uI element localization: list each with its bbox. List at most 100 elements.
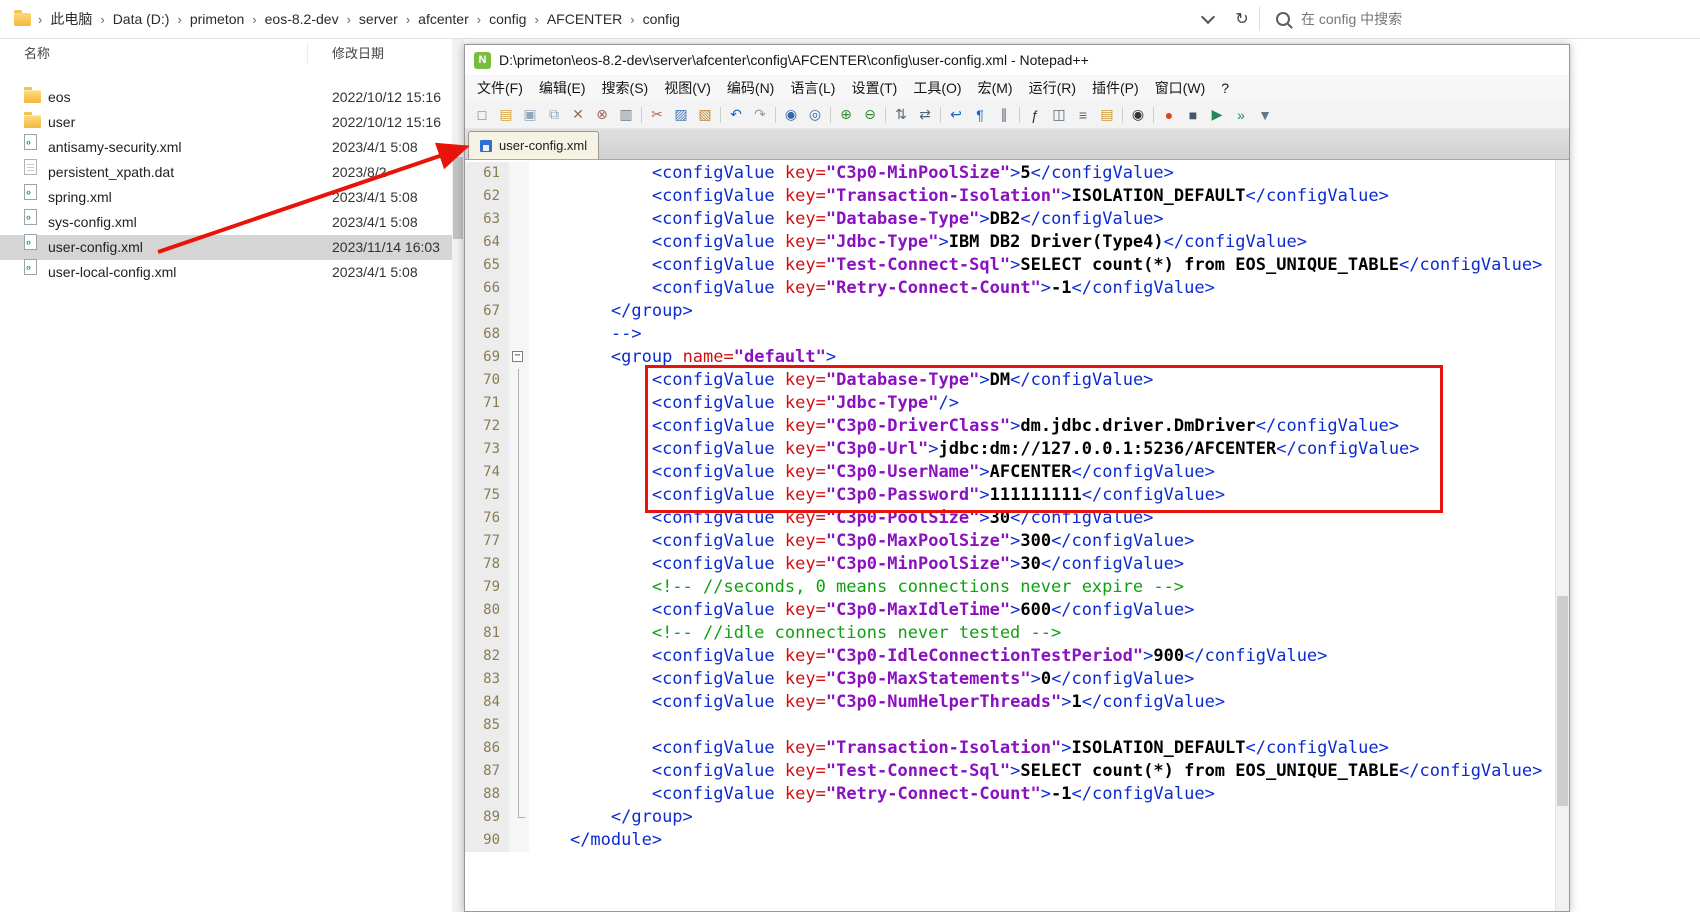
code-line[interactable]: 68 --> <box>465 323 1569 346</box>
breadcrumb-item[interactable]: eos-8.2-dev <box>264 9 340 29</box>
play-macro-icon[interactable]: ▶ <box>1206 104 1228 125</box>
line-number[interactable]: 83 <box>465 668 509 691</box>
sync-vertical-icon[interactable]: ⇅ <box>890 104 912 125</box>
replace-icon[interactable]: ◎ <box>804 104 826 125</box>
line-number[interactable]: 81 <box>465 622 509 645</box>
code-line[interactable]: 62 <configValue key="Transaction-Isolati… <box>465 185 1569 208</box>
column-header-date[interactable]: 修改日期 <box>308 43 384 65</box>
show-all-characters-icon[interactable]: ¶ <box>969 104 991 125</box>
file-row[interactable]: sys-config.xml2023/4/1 5:08 <box>0 210 452 235</box>
code-line[interactable]: 74 <configValue key="C3p0-UserName">AFCE… <box>465 461 1569 484</box>
record-macro-icon[interactable]: ● <box>1158 104 1180 125</box>
line-number[interactable]: 80 <box>465 599 509 622</box>
file-row[interactable]: eos2022/10/12 15:16 <box>0 85 452 110</box>
line-number[interactable]: 61 <box>465 162 509 185</box>
line-number[interactable]: 62 <box>465 185 509 208</box>
code-line[interactable]: 84 <configValue key="C3p0-NumHelperThrea… <box>465 691 1569 714</box>
line-number[interactable]: 67 <box>465 300 509 323</box>
print-icon[interactable]: ▥ <box>615 104 637 125</box>
run-macro-multiple-icon[interactable]: » <box>1230 104 1252 125</box>
line-number[interactable]: 77 <box>465 530 509 553</box>
menu-item-window[interactable]: 窗口(W) <box>1147 75 1214 101</box>
line-number[interactable]: 85 <box>465 714 509 737</box>
line-number[interactable]: 74 <box>465 461 509 484</box>
line-number[interactable]: 90 <box>465 829 509 852</box>
refresh-button[interactable]: ↻ <box>1225 9 1259 29</box>
code-line[interactable]: 78 <configValue key="C3p0-MinPoolSize">3… <box>465 553 1569 576</box>
menu-item-edit[interactable]: 编辑(E) <box>531 75 594 101</box>
code-line[interactable]: 82 <configValue key="C3p0-IdleConnection… <box>465 645 1569 668</box>
breadcrumb-item[interactable]: config <box>642 9 681 29</box>
fold-collapse-icon[interactable]: − <box>512 351 523 362</box>
code-line[interactable]: 71 <configValue key="Jdbc-Type"/> <box>465 392 1569 415</box>
file-row[interactable]: persistent_xpath.dat2023/8/2 <box>0 160 452 185</box>
breadcrumb-item[interactable]: server <box>358 9 399 29</box>
menu-item-plugins[interactable]: 插件(P) <box>1084 75 1147 101</box>
scrollbar-thumb[interactable] <box>1557 596 1568 806</box>
code-line[interactable]: 83 <configValue key="C3p0-MaxStatements"… <box>465 668 1569 691</box>
menu-item-view[interactable]: 视图(V) <box>656 75 719 101</box>
breadcrumb-item[interactable]: 此电脑 <box>49 7 93 31</box>
menu-item-encoding[interactable]: 编码(N) <box>719 75 782 101</box>
menu-item-help[interactable]: ? <box>1213 77 1237 99</box>
scrollbar-thumb[interactable] <box>453 157 463 239</box>
open-file-icon[interactable]: ▤ <box>495 104 517 125</box>
file-row[interactable]: user2022/10/12 15:16 <box>0 110 452 135</box>
code-line[interactable]: 87 <configValue key="Test-Connect-Sql">S… <box>465 760 1569 783</box>
save-icon[interactable]: ▣ <box>519 104 541 125</box>
close-all-icon[interactable]: ⊗ <box>591 104 613 125</box>
file-row[interactable]: antisamy-security.xml2023/4/1 5:08 <box>0 135 452 160</box>
new-file-icon[interactable]: □ <box>471 104 493 125</box>
menu-item-settings[interactable]: 设置(T) <box>843 75 905 101</box>
file-row[interactable]: user-local-config.xml2023/4/1 5:08 <box>0 260 452 285</box>
line-number[interactable]: 78 <box>465 553 509 576</box>
editor-scrollbar[interactable] <box>1555 160 1569 911</box>
line-number[interactable]: 87 <box>465 760 509 783</box>
code-line[interactable]: 79 <!-- //seconds, 0 means connections n… <box>465 576 1569 599</box>
zoom-out-icon[interactable]: ⊖ <box>859 104 881 125</box>
code-line[interactable]: 89 </group> <box>465 806 1569 829</box>
line-number[interactable]: 65 <box>465 254 509 277</box>
code-line[interactable]: 65 <configValue key="Test-Connect-Sql">S… <box>465 254 1569 277</box>
indent-guide-icon[interactable]: ∥ <box>993 104 1015 125</box>
code-line[interactable]: 70 <configValue key="Database-Type">DM</… <box>465 369 1569 392</box>
address-dropdown-button[interactable] <box>1191 0 1225 38</box>
code-line[interactable]: 66 <configValue key="Retry-Connect-Count… <box>465 277 1569 300</box>
stop-macro-icon[interactable]: ■ <box>1182 104 1204 125</box>
line-number[interactable]: 68 <box>465 323 509 346</box>
copy-icon[interactable]: ▨ <box>670 104 692 125</box>
file-row[interactable]: spring.xml2023/4/1 5:08 <box>0 185 452 210</box>
line-number[interactable]: 66 <box>465 277 509 300</box>
line-number[interactable]: 76 <box>465 507 509 530</box>
breadcrumb-item[interactable]: primeton <box>189 9 245 29</box>
code-line[interactable]: 85 <box>465 714 1569 737</box>
line-number[interactable]: 86 <box>465 737 509 760</box>
code-line[interactable]: 61 <configValue key="C3p0-MinPoolSize">5… <box>465 162 1569 185</box>
line-number[interactable]: 72 <box>465 415 509 438</box>
column-header-name[interactable]: 名称 <box>0 43 308 65</box>
paste-icon[interactable]: ▧ <box>694 104 716 125</box>
line-number[interactable]: 75 <box>465 484 509 507</box>
code-line[interactable]: 67 </group> <box>465 300 1569 323</box>
menu-item-tools[interactable]: 工具(O) <box>905 75 969 101</box>
file-row[interactable]: user-config.xml2023/11/14 16:03 <box>0 235 452 260</box>
code-line[interactable]: 86 <configValue key="Transaction-Isolati… <box>465 737 1569 760</box>
undo-icon[interactable]: ↶ <box>725 104 747 125</box>
word-wrap-icon[interactable]: ↩ <box>945 104 967 125</box>
line-number[interactable]: 73 <box>465 438 509 461</box>
code-line[interactable]: 77 <configValue key="C3p0-MaxPoolSize">3… <box>465 530 1569 553</box>
menu-item-macro[interactable]: 宏(M) <box>970 75 1021 101</box>
code-line[interactable]: 80 <configValue key="C3p0-MaxIdleTime">6… <box>465 599 1569 622</box>
fold-toggle[interactable]: − <box>509 346 529 369</box>
breadcrumb-item[interactable]: Data (D:) <box>112 9 171 29</box>
save-all-icon[interactable]: ⧉ <box>543 104 565 125</box>
code-line[interactable]: 76 <configValue key="C3p0-PoolSize">30</… <box>465 507 1569 530</box>
save-macro-icon[interactable]: ▼ <box>1254 104 1276 125</box>
code-line[interactable]: 64 <configValue key="Jdbc-Type">IBM DB2 … <box>465 231 1569 254</box>
line-number[interactable]: 88 <box>465 783 509 806</box>
line-number[interactable]: 64 <box>465 231 509 254</box>
line-number[interactable]: 70 <box>465 369 509 392</box>
folder-as-workspace-icon[interactable]: ▤ <box>1096 104 1118 125</box>
document-list-icon[interactable]: ≡ <box>1072 104 1094 125</box>
menu-item-run[interactable]: 运行(R) <box>1021 75 1084 101</box>
